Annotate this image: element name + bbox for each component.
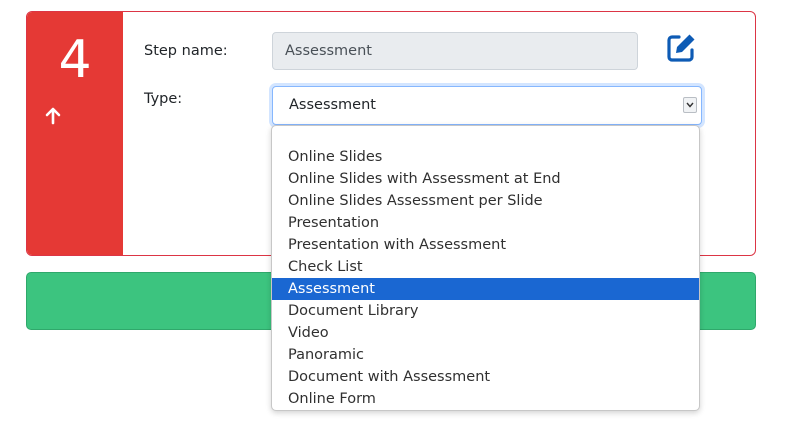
dropdown-option[interactable]: Presentation with Assessment <box>272 234 699 256</box>
dropdown-option[interactable]: Online Slides with Assessment at End <box>272 168 699 190</box>
dropdown-option[interactable]: Online Slides <box>272 146 699 168</box>
dropdown-option[interactable]: Assessment <box>272 278 699 300</box>
dropdown-option[interactable]: Check List <box>272 256 699 278</box>
type-label: Type: <box>144 91 183 107</box>
chevron-down-icon <box>686 102 694 108</box>
arrow-up-icon <box>45 107 61 125</box>
step-number: 4 <box>58 30 92 90</box>
select-caret <box>683 97 697 113</box>
type-dropdown-list: Online Slides Online Slides with Assessme… <box>271 125 700 411</box>
page: 4 Step name: Assessment Type: Assessment <box>0 0 786 426</box>
dropdown-option[interactable]: Document Library <box>272 300 699 322</box>
dropdown-option[interactable]: Presentation <box>272 212 699 234</box>
dropdown-option[interactable]: Online Slides Assessment per Slide <box>272 190 699 212</box>
step-rail: 4 <box>27 12 123 255</box>
edit-button[interactable] <box>663 30 699 66</box>
step-name-label: Step name: <box>144 43 228 59</box>
type-select-value: Assessment <box>289 97 376 113</box>
move-up-button[interactable] <box>41 104 65 128</box>
dropdown-option[interactable]: Panoramic <box>272 344 699 366</box>
type-select[interactable]: Assessment <box>272 86 702 125</box>
dropdown-option[interactable]: Document with Assessment <box>272 366 699 388</box>
dropdown-option[interactable]: Online Form <box>272 388 699 410</box>
step-name-input[interactable]: Assessment <box>272 32 638 70</box>
edit-icon <box>667 34 695 62</box>
dropdown-option[interactable]: Video <box>272 322 699 344</box>
